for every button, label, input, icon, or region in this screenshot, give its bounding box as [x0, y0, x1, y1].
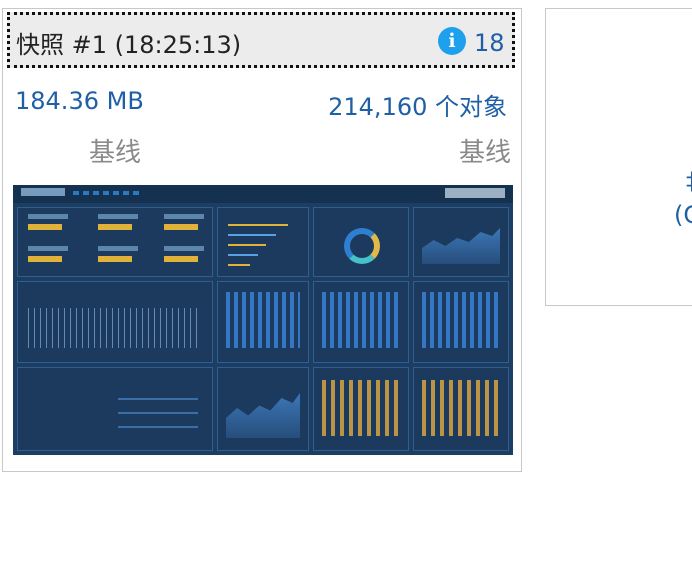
thumbnail-bar-panel-4: [313, 367, 409, 451]
object-count-link[interactable]: 214,160 个对象: [328, 87, 507, 122]
thumbnail-bar-panel-5: [413, 367, 509, 451]
thumbnail-hbar-panel: [217, 207, 309, 277]
thumbnail-logo-mark: [445, 188, 505, 198]
thumbnail-topbar: [13, 185, 513, 203]
thumbnail-tab-marks: [73, 191, 143, 195]
thumbnail-donut-panel: [313, 207, 409, 277]
info-icon[interactable]: i: [438, 27, 466, 55]
thumbnail-area-panel-2: [217, 367, 309, 451]
thumbnail-wave-panel: [17, 281, 213, 363]
card2-partial-text-1: ‡: [686, 167, 692, 195]
card2-partial-text-2: (C: [674, 201, 692, 229]
thumbnail-table-panel: [17, 367, 213, 451]
thumbnail-bar-panel-3: [413, 281, 509, 363]
thumbnail-bar-panel-2: [313, 281, 409, 363]
memory-baseline-label: 基线: [89, 138, 142, 168]
snapshot-header[interactable]: 快照 #1 (18:25:13) i 18: [7, 12, 515, 68]
info-count[interactable]: 18: [474, 29, 505, 57]
memory-size-link[interactable]: 184.36 MB: [15, 87, 144, 115]
snapshot-title: 快照 #1 (18:25:13): [16, 31, 242, 59]
snapshot-card-2[interactable]: ‡ (C: [545, 8, 692, 306]
thumbnail-bar-panel-1: [217, 281, 309, 363]
snapshot-card[interactable]: 快照 #1 (18:25:13) i 18 184.36 MB 214,160 …: [2, 8, 522, 472]
thumbnail-title-mark: [21, 188, 65, 196]
thumbnail-area-panel: [413, 207, 509, 277]
thumbnail-kpi-panel: [17, 207, 213, 277]
snapshot-thumbnail[interactable]: [13, 185, 513, 455]
object-baseline-label: 基线: [458, 138, 511, 168]
